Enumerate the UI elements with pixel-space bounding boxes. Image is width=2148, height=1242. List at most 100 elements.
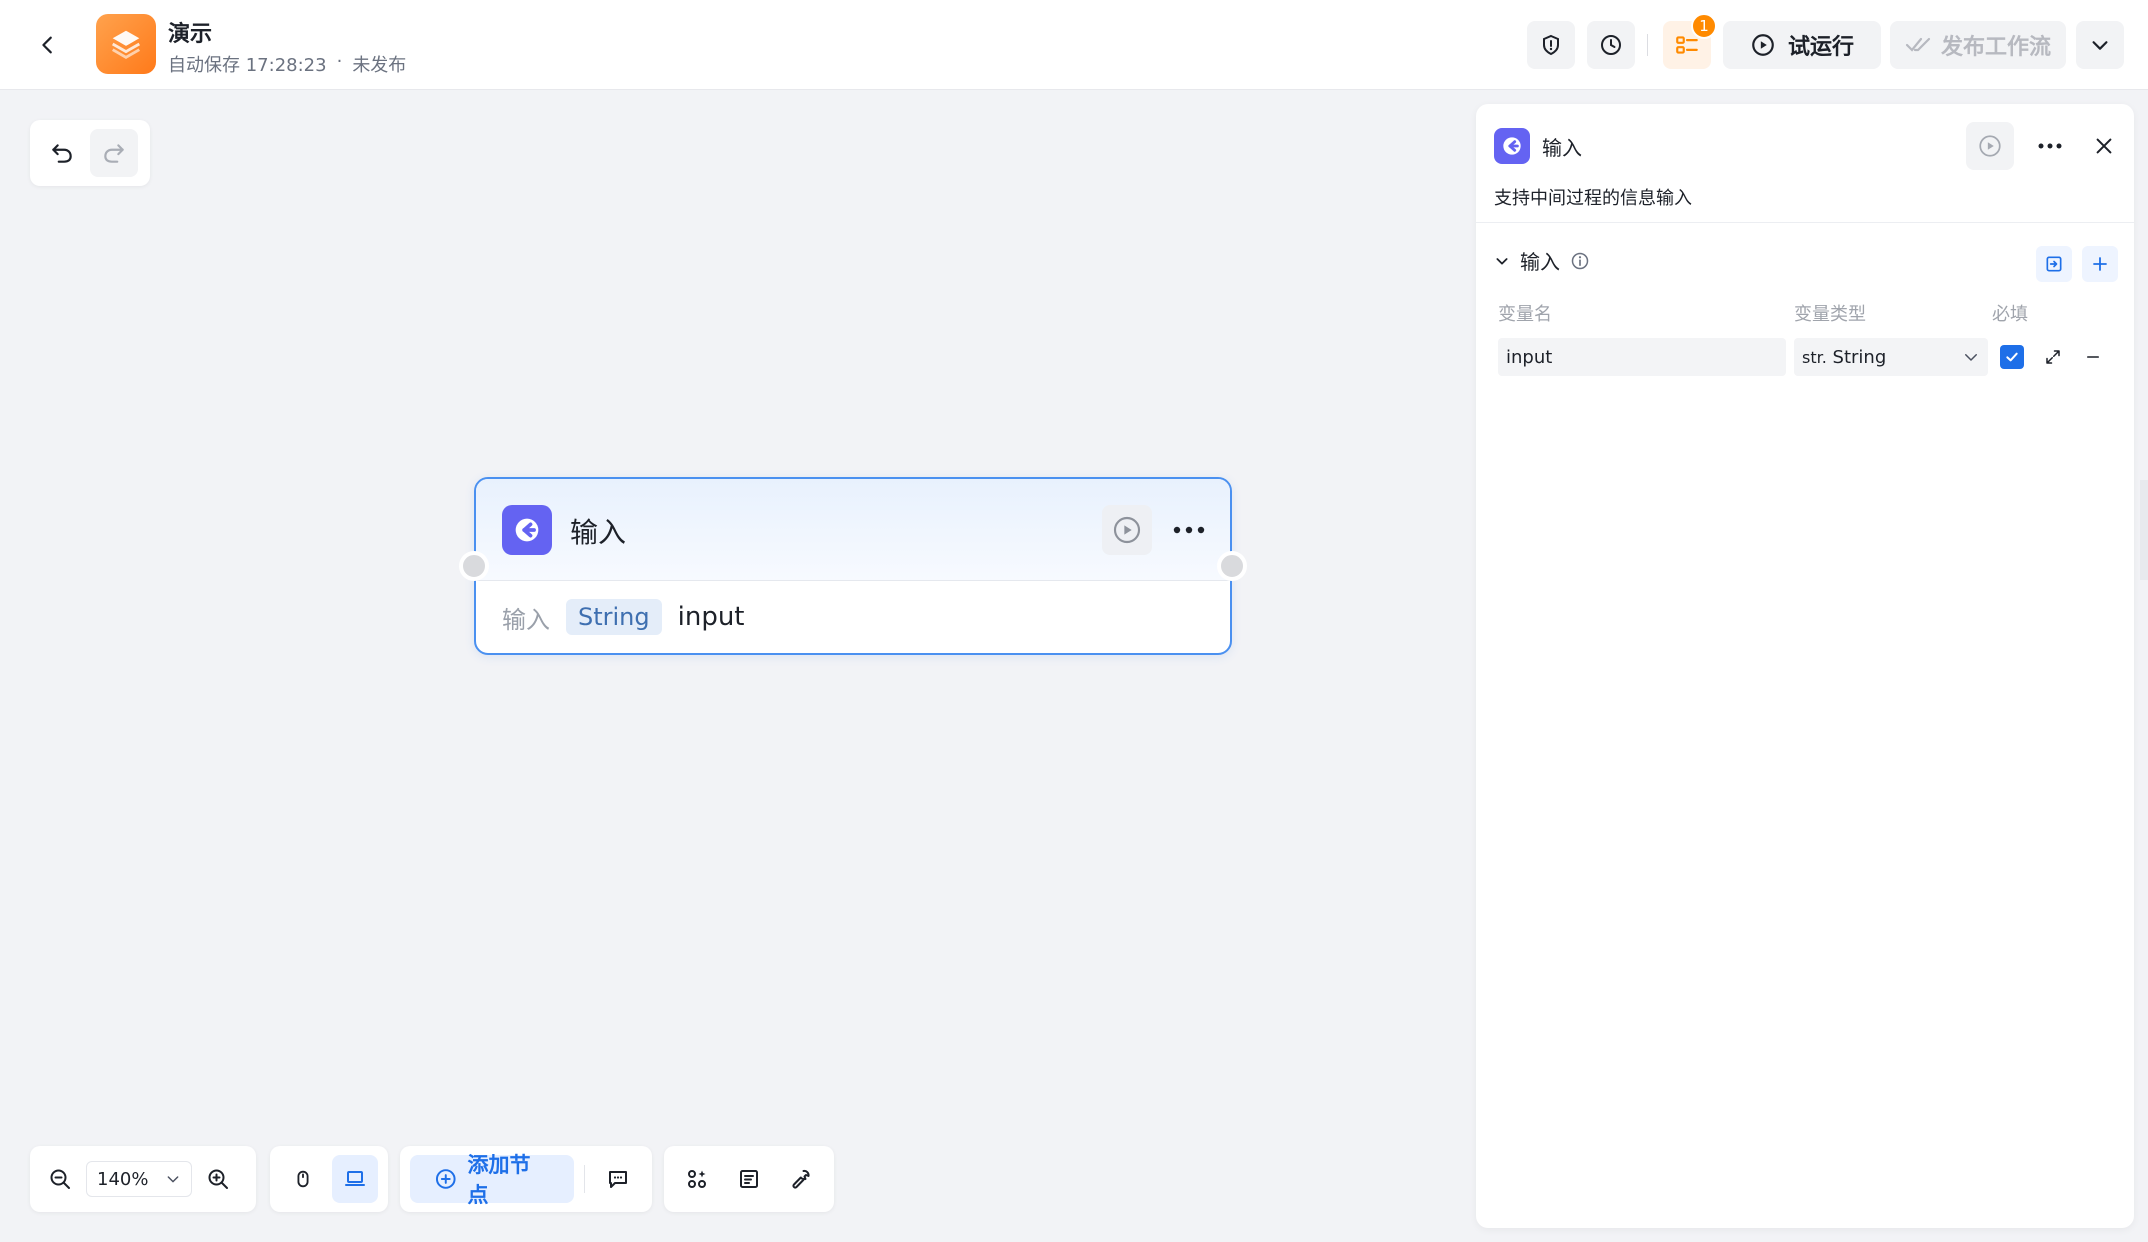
chevron-down-icon bbox=[1965, 354, 1977, 361]
more-horizontal-icon bbox=[1173, 526, 1205, 534]
shield-button[interactable] bbox=[1527, 21, 1575, 69]
variable-type-prefix: str. bbox=[1802, 347, 1827, 367]
input-section-toggle[interactable]: 输入 bbox=[1494, 246, 1590, 275]
node-input-port[interactable] bbox=[459, 551, 489, 581]
auto-layout-button[interactable] bbox=[674, 1155, 720, 1203]
double-check-icon bbox=[1905, 37, 1931, 52]
laptop-icon bbox=[345, 1171, 365, 1186]
header-divider bbox=[1647, 34, 1648, 56]
variable-name-input[interactable] bbox=[1498, 338, 1786, 376]
autosave-text: 自动保存 17:28:23 bbox=[168, 55, 327, 76]
app-logo bbox=[96, 14, 156, 74]
info-icon[interactable] bbox=[1570, 251, 1590, 271]
node-output-port[interactable] bbox=[1217, 551, 1247, 581]
mouse-icon bbox=[297, 1170, 309, 1188]
touchpad-mode-button[interactable] bbox=[332, 1155, 378, 1203]
issues-button[interactable]: 1 bbox=[1663, 13, 1717, 69]
column-header-name: 变量名 bbox=[1498, 304, 1552, 325]
publish-workflow-label: 发布工作流 bbox=[1940, 35, 2051, 60]
input-node-icon bbox=[502, 505, 552, 555]
redo-button[interactable] bbox=[90, 129, 138, 177]
more-horizontal-icon bbox=[2038, 143, 2062, 149]
column-header-required: 必填 bbox=[1992, 304, 2028, 325]
apps-icon bbox=[688, 1170, 706, 1188]
test-run-button[interactable]: 试运行 bbox=[1723, 21, 1881, 69]
publish-status: 未发布 bbox=[352, 55, 407, 76]
chevron-down-icon bbox=[167, 1176, 179, 1183]
import-icon bbox=[2046, 256, 2062, 272]
app-status-line: 自动保存 17:28:23 · 未发布 bbox=[168, 51, 406, 77]
canvas-tools bbox=[664, 1146, 834, 1212]
interaction-mode-controls bbox=[270, 1146, 388, 1212]
test-run-label: 试运行 bbox=[1787, 35, 1854, 60]
notes-button[interactable] bbox=[726, 1155, 772, 1203]
variable-type-select[interactable]: str. String bbox=[1794, 338, 1988, 376]
zoom-level-value: 140% bbox=[97, 1168, 149, 1190]
publish-workflow-button[interactable]: 发布工作流 bbox=[1890, 21, 2066, 69]
undo-button[interactable] bbox=[38, 129, 86, 177]
comment-icon bbox=[609, 1171, 628, 1188]
panel-divider bbox=[1476, 222, 2134, 223]
arrow-left-circle-icon bbox=[1503, 137, 1521, 155]
settings-tool-button[interactable] bbox=[778, 1155, 824, 1203]
play-circle-icon bbox=[1752, 34, 1774, 56]
history-controls bbox=[30, 120, 150, 186]
node-header: 输入 bbox=[476, 479, 1230, 581]
chevron-down-icon bbox=[2092, 41, 2108, 50]
undo-icon bbox=[52, 144, 72, 163]
chevron-down-icon bbox=[1496, 257, 1508, 265]
add-node-controls: 添加节点 bbox=[400, 1146, 652, 1212]
panel-run-button[interactable] bbox=[1966, 122, 2014, 170]
document-icon bbox=[740, 1170, 758, 1188]
layers-icon bbox=[111, 30, 141, 59]
variable-type-value: str. String bbox=[1802, 347, 1886, 368]
minus-icon bbox=[2087, 356, 2099, 358]
redo-icon bbox=[104, 144, 124, 163]
panel-title: 输入 bbox=[1542, 136, 1582, 160]
remove-variable-button[interactable] bbox=[2078, 342, 2108, 372]
arrow-left-circle-icon bbox=[515, 518, 539, 542]
zoom-out-icon bbox=[50, 1169, 70, 1189]
back-button[interactable] bbox=[28, 25, 68, 65]
variable-type-label: String bbox=[1832, 346, 1887, 368]
expand-variable-button[interactable] bbox=[2038, 342, 2068, 372]
column-header-type: 变量类型 bbox=[1794, 304, 1866, 325]
node-var-type-tag: String bbox=[566, 599, 662, 635]
shield-icon bbox=[1543, 34, 1559, 56]
node-more-button[interactable] bbox=[1164, 505, 1214, 555]
app-title: 演示 bbox=[168, 22, 213, 47]
wrench-icon bbox=[792, 1169, 810, 1189]
add-node-button[interactable]: 添加节点 bbox=[410, 1153, 574, 1207]
node-var-name: input bbox=[677, 602, 745, 632]
input-node[interactable]: 输入 输入 String input bbox=[459, 477, 1247, 655]
zoom-controls: 140% bbox=[30, 1146, 256, 1212]
panel-description: 支持中间过程的信息输入 bbox=[1494, 188, 1692, 209]
mouse-mode-button[interactable] bbox=[280, 1155, 326, 1203]
publish-options-button[interactable] bbox=[2076, 21, 2124, 69]
separator-dot: · bbox=[336, 51, 343, 72]
history-button[interactable] bbox=[1587, 21, 1635, 69]
expand-icon bbox=[2046, 350, 2060, 364]
node-input-label: 输入 bbox=[502, 605, 550, 634]
zoom-in-button[interactable] bbox=[198, 1155, 238, 1203]
node-title: 输入 bbox=[570, 516, 627, 549]
play-circle-icon bbox=[1979, 135, 2001, 157]
add-variable-button[interactable] bbox=[2082, 246, 2118, 282]
add-node-label: 添加节点 bbox=[467, 1153, 531, 1207]
zoom-level-select[interactable]: 140% bbox=[86, 1161, 192, 1197]
required-checkbox[interactable] bbox=[2000, 345, 2024, 369]
panel-close-button[interactable] bbox=[2080, 122, 2128, 170]
plus-icon bbox=[2093, 257, 2107, 271]
import-variables-button[interactable] bbox=[2036, 246, 2072, 282]
node-body: 输入 String input bbox=[476, 581, 1230, 653]
input-section-title: 输入 bbox=[1520, 250, 1560, 274]
add-comment-button[interactable] bbox=[595, 1155, 642, 1203]
panel-more-button[interactable] bbox=[2026, 122, 2074, 170]
toolbar-divider bbox=[583, 1165, 585, 1193]
play-circle-icon bbox=[1113, 516, 1141, 544]
close-icon bbox=[2096, 138, 2112, 154]
node-run-button[interactable] bbox=[1102, 505, 1152, 555]
zoom-out-button[interactable] bbox=[40, 1155, 80, 1203]
panel-edge-handle bbox=[2140, 480, 2148, 580]
node-config-panel: 输入 支持中间过程的信息输入 输入 变量名 变量类型 必填 str. Strin… bbox=[1476, 104, 2134, 1228]
